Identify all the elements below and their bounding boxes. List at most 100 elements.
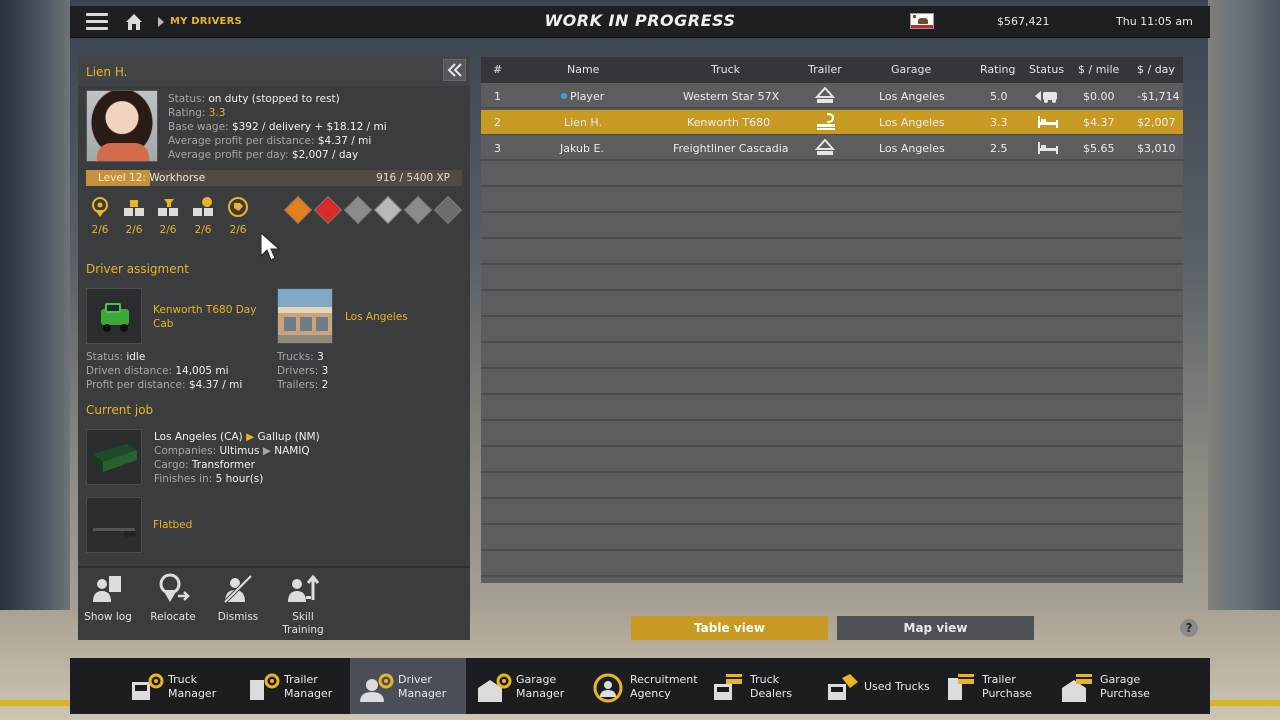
table-row[interactable]: 1 Player Western Star 57X Los Angeles 5.… (481, 84, 1183, 108)
companies-label: Companies: (154, 445, 217, 457)
header-rating[interactable]: Rating (980, 63, 1015, 76)
relocate-pin-icon (159, 573, 190, 602)
skill-long-distance[interactable]: 2/6 (85, 196, 115, 236)
nav-label-line2: Manager (398, 687, 447, 700)
nav-garage-purchase[interactable]: Garage Purchase (1052, 658, 1168, 714)
show-log-button[interactable]: Show log (78, 572, 138, 624)
fragile-cargo-icon (158, 199, 178, 216)
driver-status: on duty (stopped to rest) (208, 93, 340, 105)
dismiss-button[interactable]: Dismiss (208, 572, 268, 624)
adr-corrosive-icon[interactable] (433, 195, 463, 225)
assignment-garage-stats: Trucks: 3 Drivers: 3 Trailers: 2 (277, 350, 328, 392)
nav-garage-manager[interactable]: Garage Manager (468, 658, 584, 714)
nav-label-line1: Garage (1100, 673, 1141, 686)
assigned-truck-link[interactable]: Kenworth T680 Day Cab (153, 303, 263, 331)
nav-recruitment-agency[interactable]: Recruitment Agency (582, 658, 698, 714)
nav-truck-manager[interactable]: Truck Manager (120, 658, 236, 714)
garage-trailers-label: Trailers: (277, 379, 319, 391)
skill-value: 2/6 (125, 224, 143, 236)
nav-label-line1: Used Trucks (864, 680, 930, 693)
money-balance: $567,421 (997, 15, 1050, 28)
assigned-garage-thumbnail[interactable] (277, 288, 333, 344)
california-flag-icon (910, 13, 934, 29)
trailer-link[interactable]: Flatbed (153, 518, 192, 532)
skill-training-label: Skill Training (273, 611, 333, 637)
garage-manager-icon (478, 673, 512, 702)
skill-training-button[interactable]: Skill Training (273, 572, 333, 637)
show-log-label: Show log (84, 611, 132, 623)
nav-label-line2: Manager (516, 687, 565, 700)
nav-label-line1: Truck (168, 673, 198, 686)
driver-info: Status: on duty (stopped to rest) Rating… (168, 92, 387, 162)
trailer-thumbnail[interactable] (86, 497, 142, 553)
row-truck: Freightliner Cascadia (673, 142, 789, 155)
adr-flammable-solid-icon[interactable] (373, 195, 403, 225)
nav-label: Used Trucks (864, 680, 930, 694)
nav-trailer-manager[interactable]: Trailer Manager (236, 658, 352, 714)
header-per-day[interactable]: $ / day (1137, 63, 1175, 76)
flatbed-trailer-status-icon (817, 113, 835, 130)
row-name: Player (561, 90, 604, 103)
header-per-mile[interactable]: $ / mile (1078, 63, 1119, 76)
skill-high-value-cargo[interactable]: 2/6 (119, 196, 149, 236)
row-garage: Los Angeles (879, 116, 945, 129)
table-row-selected[interactable]: 2 Lien H. Kenworth T680 Los Angeles 3.3 … (481, 110, 1183, 134)
adr-toxic-icon[interactable] (343, 195, 373, 225)
skill-value: 2/6 (159, 224, 177, 236)
header-trailer[interactable]: Trailer (808, 63, 842, 76)
driver-avg-profit-distance: $4.37 / mi (317, 135, 372, 147)
skill-fragile-cargo[interactable]: 2/6 (153, 196, 183, 236)
nav-truck-dealers[interactable]: Truck Dealers (702, 658, 818, 714)
relocate-label: Relocate (150, 611, 196, 623)
row-per-day: $3,010 (1137, 142, 1176, 155)
nav-label-line1: Garage (516, 673, 557, 686)
flatbed-trailer-icon (93, 528, 136, 537)
assigned-truck-thumbnail[interactable] (86, 288, 142, 344)
profit-distance-label: Profit per distance: (86, 379, 186, 391)
status-label: Status: (168, 93, 205, 105)
nav-label-line1: Driver (398, 673, 432, 686)
table-view-button[interactable]: Table view (631, 616, 828, 640)
map-view-button[interactable]: Map view (837, 616, 1034, 640)
adr-explosives-icon[interactable] (283, 195, 313, 225)
header-name[interactable]: Name (567, 63, 599, 76)
header-truck[interactable]: Truck (711, 63, 740, 76)
truck-status-label: Status: (86, 351, 123, 363)
nav-trailer-purchase[interactable]: Trailer Purchase (934, 658, 1050, 714)
assigned-garage-link[interactable]: Los Angeles (345, 310, 408, 324)
driver-avg-profit-day: $2,007 / day (291, 149, 359, 161)
driving-status-icon (1035, 91, 1057, 103)
relocate-button[interactable]: Relocate (143, 572, 203, 624)
skill-training-label-line2: Training (282, 624, 324, 636)
help-icon[interactable]: ? (1180, 619, 1198, 637)
table-row[interactable]: 3 Jakub E. Freightliner Cascadia Los Ang… (481, 136, 1183, 160)
job-origin: Los Angeles (CA) (154, 431, 243, 443)
driver-name: Lien H. (86, 65, 128, 79)
header-garage[interactable]: Garage (891, 63, 931, 76)
cargo-thumbnail (86, 429, 142, 485)
base-wage-label: Base wage: (168, 121, 229, 133)
level-progress-bar: Level 12: Workhorse 916 / 5400 XP (86, 170, 462, 186)
header-status[interactable]: Status (1029, 63, 1064, 76)
row-per-mile: $5.65 (1083, 142, 1115, 155)
skill-eco-driving[interactable]: 2/6 (223, 196, 253, 236)
current-job-heading: Current job (86, 403, 154, 417)
adr-oxidizer-icon[interactable] (403, 195, 433, 225)
avg-profit-distance-label: Average profit per distance: (168, 135, 315, 147)
adr-flammable-gas-icon[interactable] (313, 195, 343, 225)
driven-distance: 14,005 mi (175, 365, 229, 377)
nav-used-trucks[interactable]: Used Trucks (816, 658, 936, 714)
collapse-panel-button[interactable] (443, 59, 466, 81)
header-number[interactable]: # (493, 63, 502, 76)
truck-status: idle (126, 351, 146, 363)
nav-label-line1: Trailer (284, 673, 318, 686)
nav-label-line1: Truck (750, 673, 780, 686)
nav-driver-manager[interactable]: Driver Manager (350, 658, 466, 714)
resting-bed-icon (1038, 116, 1058, 128)
skill-value: 2/6 (229, 224, 247, 236)
row-per-mile: $0.00 (1083, 90, 1115, 103)
skill-just-in-time[interactable]: 2/6 (188, 196, 218, 236)
level-label: Level 12: Workhorse (98, 172, 206, 184)
truck-dealers-icon (714, 674, 742, 700)
skill-training-icon (288, 574, 320, 602)
